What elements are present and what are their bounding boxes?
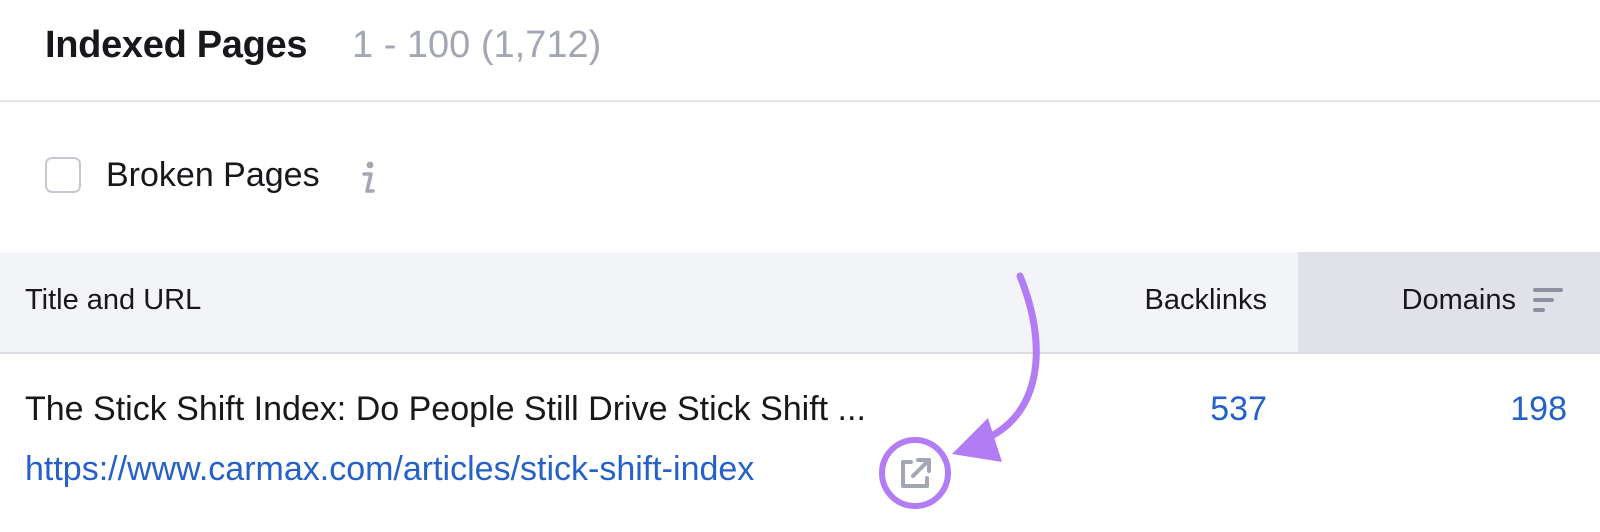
table-header: Title and URL Backlinks Domains [0, 252, 1600, 354]
annotation-arrow [952, 272, 1040, 462]
broken-pages-label[interactable]: Broken Pages [106, 156, 320, 195]
info-icon[interactable] [356, 158, 380, 198]
page-title-cell: The Stick Shift Index: Do People Still D… [25, 390, 866, 428]
page-header: Indexed Pages 1 - 100 (1,712) [0, 0, 1600, 102]
column-domains[interactable]: Domains [1402, 284, 1516, 317]
domains-value[interactable]: 198 [1510, 390, 1567, 429]
page-title: Indexed Pages [45, 24, 308, 66]
column-title-url[interactable]: Title and URL [25, 284, 201, 317]
broken-pages-checkbox[interactable] [45, 157, 81, 193]
result-range: 1 - 100 (1,712) [352, 24, 602, 66]
column-backlinks[interactable]: Backlinks [1145, 284, 1268, 317]
page-url-link[interactable]: https://www.carmax.com/articles/stick-sh… [25, 450, 754, 489]
sort-descending-icon[interactable] [1531, 285, 1565, 315]
backlinks-value[interactable]: 537 [1210, 390, 1267, 429]
